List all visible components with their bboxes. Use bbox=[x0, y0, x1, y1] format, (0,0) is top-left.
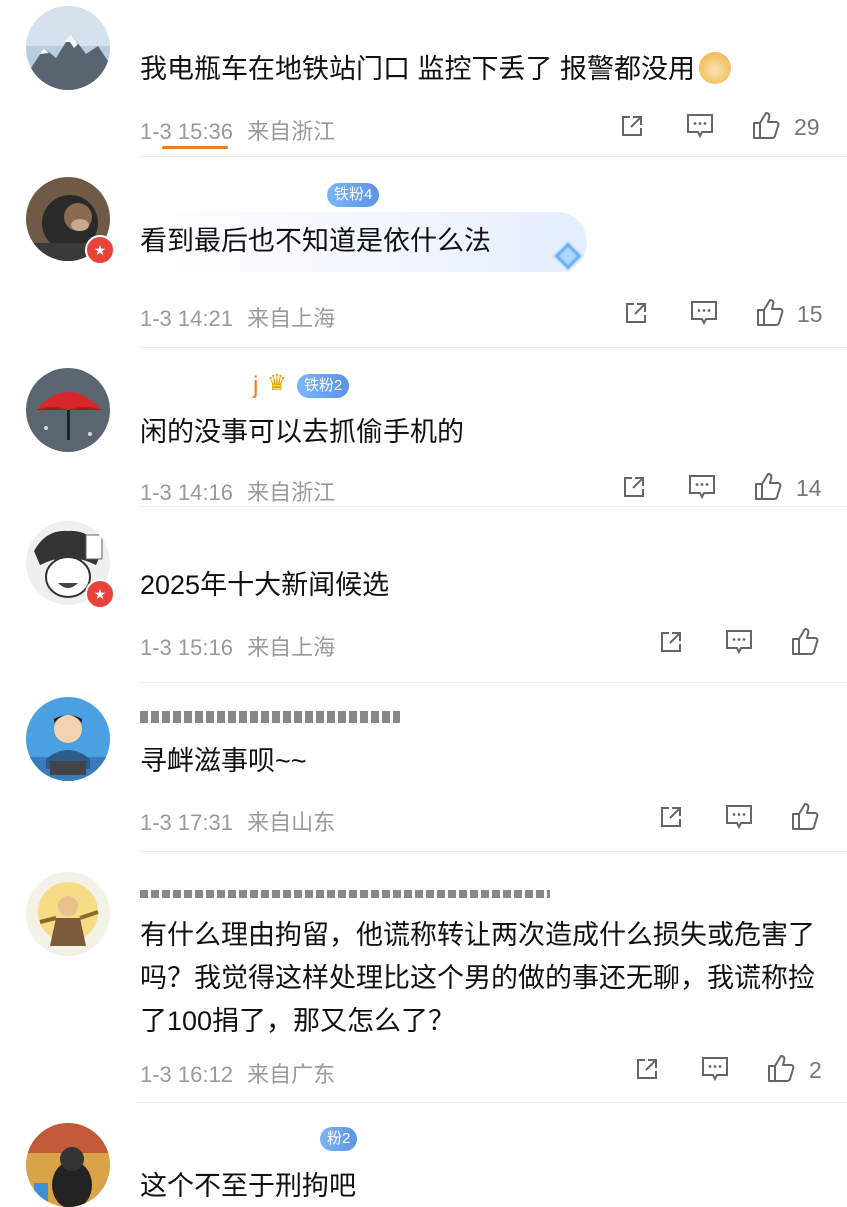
thumbs-up-icon bbox=[757, 299, 784, 326]
comment-meta: 1-3 17:31 来自山东 bbox=[140, 805, 335, 837]
avatar[interactable] bbox=[26, 697, 110, 781]
comment-location: 来自浙江 bbox=[247, 480, 336, 505]
comment-icon bbox=[689, 475, 715, 500]
share-button[interactable] bbox=[624, 301, 648, 330]
crown-icon: ♛ bbox=[267, 370, 287, 395]
user-name-obscured bbox=[140, 711, 400, 723]
avatar[interactable] bbox=[26, 872, 110, 956]
avatar[interactable] bbox=[26, 6, 110, 90]
reply-button[interactable] bbox=[725, 804, 753, 835]
like-count: 15 bbox=[797, 301, 823, 327]
comment-meta: 1-3 14:16 来自浙江 bbox=[140, 475, 335, 507]
thumbs-up-icon bbox=[753, 112, 780, 139]
like-count: 29 bbox=[794, 114, 820, 140]
comment-text: 看到最后也不知道是依什么法 bbox=[140, 226, 491, 256]
share-icon bbox=[624, 477, 644, 497]
like-button[interactable] bbox=[790, 626, 820, 661]
share-icon bbox=[637, 1059, 657, 1079]
reply-button[interactable] bbox=[701, 1056, 729, 1087]
comment-time: 1-3 15:16 bbox=[140, 635, 233, 660]
like-count: 14 bbox=[796, 475, 822, 501]
comment-time: 1-3 16:12 bbox=[140, 1062, 233, 1087]
comment-item: ★ 铁粉4 看到最后也不知道是依什么法 1-3 14:21 来自上海 15 bbox=[0, 157, 847, 347]
comment-text: 这个不至于刑拘吧 bbox=[140, 1171, 356, 1201]
share-icon bbox=[626, 303, 646, 323]
avatar[interactable] bbox=[26, 368, 110, 452]
comment-location: 来自浙江 bbox=[247, 119, 336, 144]
like-button[interactable] bbox=[790, 801, 820, 836]
share-icon bbox=[661, 632, 681, 652]
comment-item: 有什么理由拘留，他谎称转让两次造成什么损失或危害了吗？我觉得这样处理比这个男的做… bbox=[0, 852, 847, 1102]
comment-text: 寻衅滋事呗~~ bbox=[140, 746, 307, 776]
comment-time: 1-3 15:36 bbox=[140, 119, 233, 144]
comment-item: 寻衅滋事呗~~ 1-3 17:31 来自山东 bbox=[0, 683, 847, 851]
comment-icon bbox=[691, 301, 717, 326]
comment-icon bbox=[702, 1057, 728, 1082]
comment-text: 闲的没事可以去抓偷手机的 bbox=[140, 417, 464, 447]
comment-item: 粉2 这个不至于刑拘吧 bbox=[0, 1103, 847, 1207]
like-button[interactable] bbox=[753, 471, 783, 506]
verified-badge-icon: ★ bbox=[85, 579, 115, 609]
comment-time: 1-3 14:16 bbox=[140, 480, 233, 505]
thumbs-up-icon bbox=[792, 628, 819, 655]
diamond-icon bbox=[551, 239, 585, 273]
comment-location: 来自广东 bbox=[247, 1062, 336, 1087]
thumbs-up-icon bbox=[768, 1055, 795, 1082]
reply-button[interactable] bbox=[725, 629, 753, 660]
comment-location: 来自上海 bbox=[247, 635, 336, 660]
doge-emoji-icon bbox=[699, 52, 732, 84]
comment-text: 我电瓶车在地铁站门口 监控下丢了 报警都没用 bbox=[140, 48, 732, 90]
comment-time: 1-3 14:21 bbox=[140, 306, 233, 331]
thumbs-up-icon bbox=[755, 473, 782, 500]
share-button[interactable] bbox=[635, 1057, 659, 1086]
comment-icon bbox=[726, 805, 752, 830]
comment-text: 有什么理由拘留，他谎称转让两次造成什么损失或危害了吗？我觉得这样处理比这个男的做… bbox=[140, 920, 815, 1036]
comment-meta: 1-3 14:21 来自上海 bbox=[140, 301, 335, 333]
reply-button[interactable] bbox=[686, 113, 714, 144]
thumbs-up-icon bbox=[792, 803, 819, 830]
comment-item: j ♛ 铁粉2 闲的没事可以去抓偷手机的 1-3 14:16 来自浙江 14 bbox=[0, 348, 847, 506]
reply-button[interactable] bbox=[690, 300, 718, 331]
like-button[interactable] bbox=[755, 297, 785, 332]
user-name-obscured bbox=[140, 890, 550, 898]
fan-badge: 铁粉4 bbox=[327, 183, 380, 207]
fan-badge: 铁粉2 bbox=[297, 374, 350, 398]
comment-meta: 1-3 15:36 来自浙江 bbox=[140, 114, 335, 146]
share-icon bbox=[661, 807, 681, 827]
comment-icon bbox=[687, 114, 713, 139]
fan-badge: 粉2 bbox=[320, 1127, 358, 1151]
comment-meta: 1-3 15:16 来自上海 bbox=[140, 630, 335, 662]
like-count: 2 bbox=[809, 1057, 822, 1083]
like-button[interactable] bbox=[766, 1053, 796, 1088]
share-button[interactable] bbox=[622, 475, 646, 504]
comment-location: 来自上海 bbox=[247, 306, 336, 331]
share-button[interactable] bbox=[620, 114, 644, 143]
share-icon bbox=[622, 116, 642, 136]
time-underline bbox=[162, 146, 228, 149]
comment-item: ★ 2025年十大新闻候选 1-3 15:16 来自上海 bbox=[0, 507, 847, 682]
avatar[interactable] bbox=[26, 1123, 110, 1207]
user-name[interactable]: j bbox=[253, 372, 258, 400]
comment-meta: 1-3 16:12 来自广东 bbox=[140, 1057, 335, 1089]
comment-text: 2025年十大新闻候选 bbox=[140, 570, 390, 600]
comment-time: 1-3 17:31 bbox=[140, 810, 233, 835]
reply-button[interactable] bbox=[688, 474, 716, 505]
comment-icon bbox=[726, 630, 752, 655]
verified-badge-icon: ★ bbox=[85, 235, 115, 265]
like-button[interactable] bbox=[751, 110, 781, 145]
share-button[interactable] bbox=[659, 630, 683, 659]
share-button[interactable] bbox=[659, 805, 683, 834]
comment-location: 来自山东 bbox=[247, 810, 336, 835]
comment-item: 我电瓶车在地铁站门口 监控下丢了 报警都没用 1-3 15:36 来自浙江 29 bbox=[0, 0, 847, 155]
